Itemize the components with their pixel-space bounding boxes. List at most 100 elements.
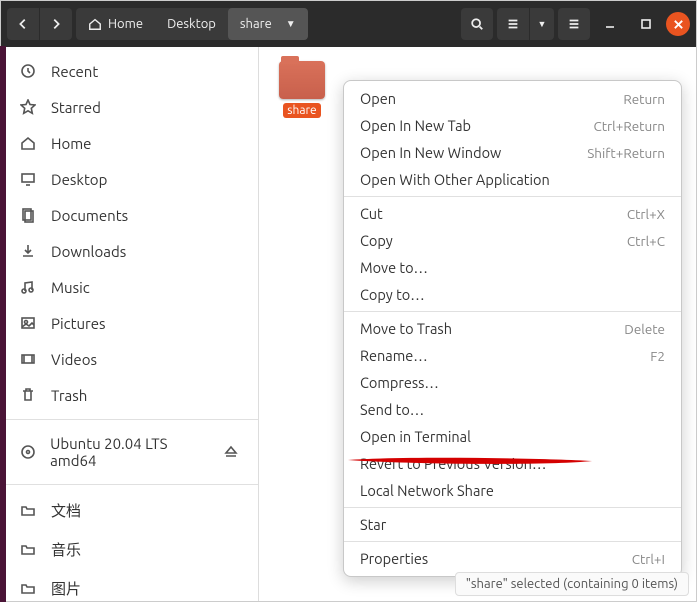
- menu-accel: Delete: [624, 321, 665, 337]
- path-bar: Home Desktop share▼: [76, 8, 308, 40]
- menu-label: Copy: [360, 232, 393, 249]
- maximize-button[interactable]: [634, 12, 658, 36]
- sidebar-item-tupian[interactable]: 图片: [1, 569, 258, 601]
- menu-label: Local Network Share: [360, 482, 494, 499]
- sidebar-item-home[interactable]: Home: [1, 125, 258, 161]
- sidebar-item-yinyue[interactable]: 音乐: [1, 530, 258, 569]
- sidebar-label: 图片: [51, 578, 81, 599]
- menu-properties[interactable]: Properties Ctrl+I: [344, 545, 681, 572]
- sidebar-item-documents[interactable]: Documents: [1, 197, 258, 233]
- menu-accel: Ctrl+X: [627, 206, 665, 222]
- menu-label: Open: [360, 90, 396, 107]
- status-text: "share" selected (containing 0 items): [466, 577, 678, 591]
- sidebar-label: Documents: [51, 207, 128, 224]
- sidebar: Recent Starred Home Desktop Documents Do…: [1, 47, 259, 601]
- titlebar: Home Desktop share▼ ▼: [1, 1, 696, 47]
- path-desktop[interactable]: Desktop: [155, 8, 228, 40]
- folder-icon: [19, 502, 37, 520]
- minimize-button[interactable]: [598, 12, 622, 36]
- sidebar-separator: [1, 419, 258, 420]
- sidebar-item-volume[interactable]: Ubuntu 20.04 LTS amd64: [1, 426, 258, 478]
- sidebar-label: 文档: [51, 500, 81, 521]
- trash-icon: [19, 386, 37, 404]
- eject-icon[interactable]: [223, 443, 240, 461]
- folder-item-share[interactable]: share: [277, 61, 327, 122]
- menu-label: Open in Terminal: [360, 428, 471, 445]
- sidebar-item-wendang[interactable]: 文档: [1, 491, 258, 530]
- pictures-icon: [19, 314, 37, 332]
- sidebar-label: Starred: [51, 99, 101, 116]
- sidebar-label: Music: [51, 279, 90, 296]
- menu-star[interactable]: Star: [344, 511, 681, 538]
- sidebar-label: Recent: [51, 63, 98, 80]
- search-button[interactable]: [461, 8, 493, 40]
- view-dropdown-button[interactable]: ▼: [530, 8, 554, 40]
- path-home-label: Home: [108, 17, 143, 31]
- menu-accel: Return: [623, 91, 665, 107]
- menu-accel: Ctrl+C: [627, 233, 665, 249]
- folder-icon: [19, 541, 37, 559]
- menu-label: Properties: [360, 550, 428, 567]
- menu-label: Rename…: [360, 347, 428, 364]
- close-button[interactable]: [666, 12, 690, 36]
- menu-open-new-tab[interactable]: Open In New TabCtrl+Return: [344, 112, 681, 139]
- sidebar-label: 音乐: [51, 539, 81, 560]
- menu-separator: [344, 507, 681, 508]
- home-icon: [19, 134, 37, 152]
- forward-button[interactable]: [40, 8, 72, 40]
- sidebar-item-videos[interactable]: Videos: [1, 341, 258, 377]
- menu-label: Open In New Window: [360, 144, 501, 161]
- menu-send-to[interactable]: Send to…: [344, 396, 681, 423]
- menu-accel: F2: [650, 348, 665, 364]
- menu-open-with[interactable]: Open With Other Application: [344, 166, 681, 193]
- path-share[interactable]: share▼: [228, 8, 308, 40]
- path-home[interactable]: Home: [76, 8, 155, 40]
- sidebar-label: Home: [51, 135, 91, 152]
- sidebar-item-desktop[interactable]: Desktop: [1, 161, 258, 197]
- back-button[interactable]: [7, 8, 39, 40]
- view-list-button[interactable]: [497, 8, 529, 40]
- hamburger-menu-button[interactable]: [558, 8, 590, 40]
- menu-label: Copy to…: [360, 286, 425, 303]
- sidebar-label: Videos: [51, 351, 97, 368]
- sidebar-item-pictures[interactable]: Pictures: [1, 305, 258, 341]
- menu-open-new-window[interactable]: Open In New Window Shift+Return: [344, 139, 681, 166]
- menu-label: Cut: [360, 205, 383, 222]
- menu-move-to-trash[interactable]: Move to TrashDelete: [344, 315, 681, 342]
- sidebar-item-trash[interactable]: Trash: [1, 377, 258, 413]
- sidebar-label: Desktop: [51, 171, 107, 188]
- sidebar-item-music[interactable]: Music: [1, 269, 258, 305]
- menu-rename[interactable]: Rename… F2: [344, 342, 681, 369]
- folder-icon: [19, 580, 37, 598]
- menu-compress[interactable]: Compress…: [344, 369, 681, 396]
- menu-copy[interactable]: Copy Ctrl+C: [344, 227, 681, 254]
- sidebar-label: Downloads: [51, 243, 126, 260]
- desktop-icon: [19, 170, 37, 188]
- folder-icon: [279, 61, 325, 99]
- music-icon: [19, 278, 37, 296]
- sidebar-item-starred[interactable]: Starred: [1, 89, 258, 125]
- clock-icon: [19, 62, 37, 80]
- menu-cut[interactable]: Cut Ctrl+X: [344, 200, 681, 227]
- downloads-icon: [19, 242, 37, 260]
- menu-copy-to[interactable]: Copy to…: [344, 281, 681, 308]
- menu-open-terminal[interactable]: Open in Terminal: [344, 423, 681, 450]
- menu-accel: Ctrl+I: [632, 551, 665, 567]
- menu-label: Compress…: [360, 374, 439, 391]
- sidebar-separator: [1, 484, 258, 485]
- sidebar-label: Ubuntu 20.04 LTS amd64: [50, 435, 209, 469]
- menu-open[interactable]: Open Return: [344, 85, 681, 112]
- star-icon: [19, 98, 37, 116]
- menu-move-to[interactable]: Move to…: [344, 254, 681, 281]
- disc-icon: [19, 443, 36, 461]
- menu-accel: Shift+Return: [587, 145, 665, 161]
- menu-separator: [344, 541, 681, 542]
- menu-accel: Ctrl+Return: [593, 118, 665, 134]
- sidebar-item-recent[interactable]: Recent: [1, 53, 258, 89]
- videos-icon: [19, 350, 37, 368]
- menu-revert[interactable]: Revert to Previous Version…: [344, 450, 681, 477]
- sidebar-item-downloads[interactable]: Downloads: [1, 233, 258, 269]
- desktop-edge: [0, 46, 6, 602]
- menu-local-network-share[interactable]: Local Network Share: [344, 477, 681, 504]
- status-bar: "share" selected (containing 0 items): [455, 572, 689, 596]
